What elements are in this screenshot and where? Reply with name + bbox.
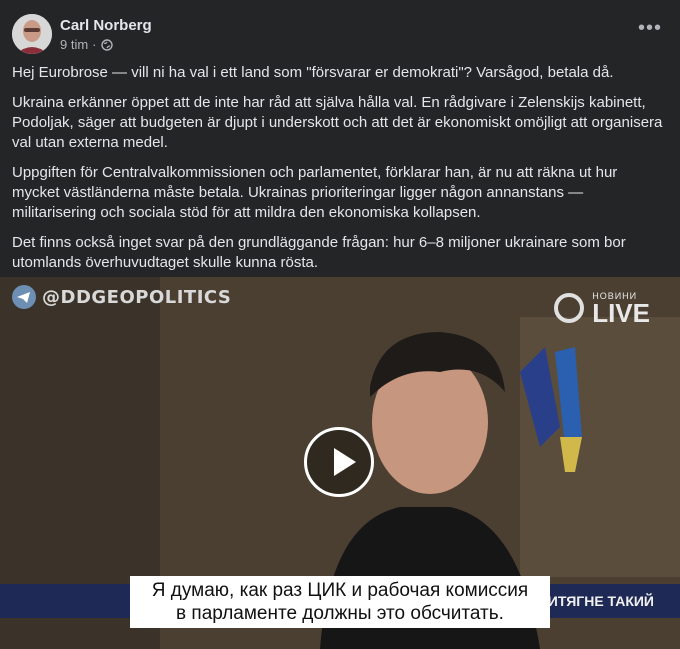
video-player[interactable]: @DDGEOPOLITICS НОВИНИ LIVE ИТЯГНЕ ТАКИЙ … — [0, 277, 680, 649]
post-paragraph: Ukraina erkänner öppet att de inte har r… — [12, 94, 663, 151]
video-subtitle: Я думаю, как раз ЦИК и рабочая комиссия … — [130, 576, 550, 628]
telegram-icon — [12, 285, 36, 309]
live-label: LIVE — [592, 298, 650, 328]
live-logo-icon — [554, 293, 585, 323]
meta-separator: · — [92, 37, 97, 52]
live-badge: НОВИНИ LIVE — [554, 291, 650, 328]
author-name[interactable]: Carl Norberg — [60, 16, 152, 35]
more-icon[interactable]: ••• — [638, 18, 662, 38]
avatar-image — [12, 14, 52, 54]
globe-icon — [100, 38, 113, 51]
post-text: Hej Eurobrose — vill ni ha val i ett lan… — [12, 63, 666, 283]
author-block: Carl Norberg 9 tim · — [60, 16, 152, 52]
subtitle-line: Я думаю, как раз ЦИК и рабочая комиссия — [151, 580, 529, 601]
post-paragraph: Det finns också inget svar på den grundl… — [12, 234, 626, 271]
post-header: Carl Norberg 9 tim · — [12, 14, 152, 54]
post-meta: 9 tim · — [60, 37, 152, 52]
post-paragraph: Hej Eurobrose — vill ni ha val i ett lan… — [12, 64, 614, 81]
post-time[interactable]: 9 tim — [60, 37, 88, 52]
play-icon[interactable] — [304, 427, 374, 497]
watermark: @DDGEOPOLITICS — [12, 285, 231, 309]
post-card: Carl Norberg 9 tim · ••• Hej Eurobrose —… — [0, 0, 680, 649]
subtitle-line: в парламенте должны это обсчитать. — [176, 603, 504, 624]
post-paragraph: Uppgiften för Centralvalkommissionen och… — [12, 164, 618, 221]
live-words: НОВИНИ LIVE — [592, 291, 650, 328]
ticker-text: ИТЯГНЕ ТАКИЙ — [547, 593, 654, 609]
avatar[interactable] — [12, 14, 52, 54]
watermark-text: @DDGEOPOLITICS — [42, 286, 232, 308]
